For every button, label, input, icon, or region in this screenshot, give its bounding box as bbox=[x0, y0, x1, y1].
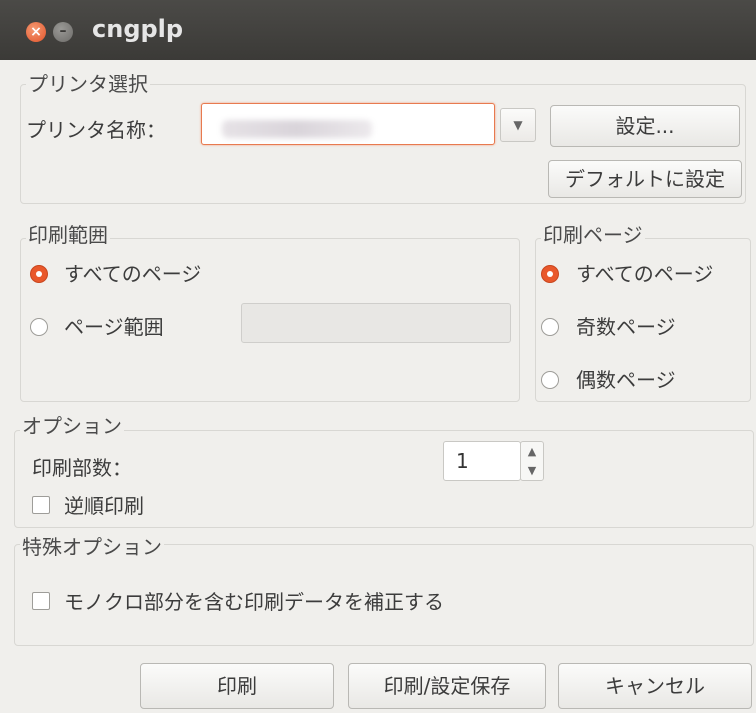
chevron-down-icon[interactable]: ▼ bbox=[500, 108, 536, 142]
print-range-group-label: 印刷範囲 bbox=[26, 219, 110, 248]
range-all-pages-label: すべてのページ bbox=[64, 262, 202, 286]
set-default-button[interactable]: デフォルトに設定 bbox=[548, 160, 742, 198]
minimize-icon[interactable]: – bbox=[53, 22, 73, 42]
window-title: cngplp bbox=[92, 15, 184, 43]
printer-name-label: プリンタ名称： bbox=[26, 118, 166, 142]
special-options-group-label: 特殊オプション bbox=[20, 531, 164, 560]
pages-even-label: 偶数ページ bbox=[576, 368, 676, 392]
page-range-input[interactable] bbox=[241, 303, 511, 343]
copies-input[interactable]: 1 bbox=[443, 441, 521, 481]
reverse-print-label: 逆順印刷 bbox=[64, 494, 144, 518]
copies-stepper[interactable]: ▲ ▼ bbox=[520, 441, 544, 481]
pages-odd-radio[interactable] bbox=[541, 318, 559, 336]
range-page-range-radio[interactable] bbox=[30, 318, 48, 336]
print-button[interactable]: 印刷 bbox=[140, 663, 334, 709]
title-bar: × – cngplp bbox=[0, 0, 756, 60]
print-save-button[interactable]: 印刷/設定保存 bbox=[348, 663, 546, 709]
pages-odd-label: 奇数ページ bbox=[576, 315, 676, 339]
cancel-button[interactable]: キャンセル bbox=[558, 663, 752, 709]
settings-button[interactable]: 設定... bbox=[550, 105, 740, 147]
range-page-range-label: ページ範囲 bbox=[64, 315, 164, 339]
printer-name-value-redacted bbox=[222, 120, 372, 138]
pages-all-radio[interactable] bbox=[541, 265, 559, 283]
copies-label: 印刷部数： bbox=[32, 456, 132, 480]
reverse-print-checkbox[interactable] bbox=[32, 496, 50, 514]
pages-all-label: すべてのページ bbox=[576, 262, 714, 286]
range-all-pages-radio[interactable] bbox=[30, 265, 48, 283]
print-pages-group-label: 印刷ページ bbox=[541, 219, 645, 248]
close-icon[interactable]: × bbox=[26, 22, 46, 42]
spin-up-icon[interactable]: ▲ bbox=[521, 442, 543, 461]
mono-correct-label: モノクロ部分を含む印刷データを補正する bbox=[64, 590, 444, 614]
spin-down-icon[interactable]: ▼ bbox=[521, 461, 543, 480]
printer-name-combo[interactable] bbox=[201, 103, 495, 145]
pages-even-radio[interactable] bbox=[541, 371, 559, 389]
printer-select-group-label: プリンタ選択 bbox=[26, 68, 150, 97]
options-group-label: オプション bbox=[20, 410, 124, 439]
mono-correct-checkbox[interactable] bbox=[32, 592, 50, 610]
